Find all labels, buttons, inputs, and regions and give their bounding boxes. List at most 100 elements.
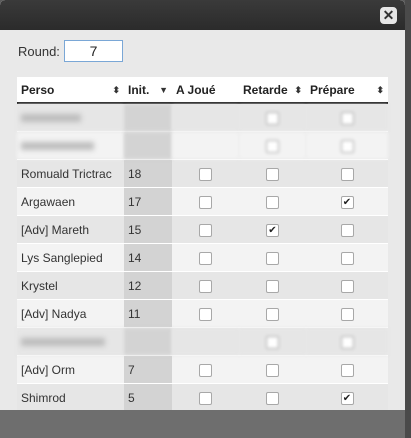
table-header-row: Perso ⬍ Init. ▼ A Joué Retarde ⬍ Prépare ⬍ xyxy=(17,77,388,104)
prepare-cell xyxy=(306,215,388,244)
a-joue-cell xyxy=(172,327,239,356)
retarde-cell xyxy=(239,355,306,384)
table-row: Shimrod 5 ✔ xyxy=(17,383,388,410)
init-cell xyxy=(124,131,172,160)
init-cell: 5 xyxy=(124,383,172,410)
a-joue-cell xyxy=(172,383,239,410)
initiative-table: Perso ⬍ Init. ▼ A Joué Retarde ⬍ Prépare ⬍ R… xyxy=(17,77,388,410)
header-perso[interactable]: Perso ⬍ xyxy=(17,77,124,104)
perso-cell: Shimrod xyxy=(17,383,124,410)
obscured-text xyxy=(21,338,105,347)
backdrop-bottom xyxy=(0,410,405,438)
a-joue-checkbox[interactable] xyxy=(199,195,212,209)
init-cell: 12 xyxy=(124,271,172,300)
prepare-checkbox[interactable] xyxy=(340,251,354,265)
retarde-checkbox[interactable]: ✔ xyxy=(266,223,279,237)
retarde-checkbox[interactable] xyxy=(266,363,279,377)
a-joue-cell xyxy=(172,271,239,300)
prepare-checkbox[interactable] xyxy=(340,139,354,153)
a-joue-checkbox[interactable] xyxy=(199,307,212,321)
init-cell: 7 xyxy=(124,355,172,384)
header-retarde[interactable]: Retarde ⬍ xyxy=(239,77,306,104)
prepare-cell xyxy=(306,131,388,160)
retarde-checkbox[interactable] xyxy=(266,139,279,153)
round-input[interactable] xyxy=(64,40,123,62)
init-cell xyxy=(124,102,172,132)
init-cell: 18 xyxy=(124,159,172,188)
retarde-cell xyxy=(239,102,306,132)
header-a-joue[interactable]: A Joué xyxy=(172,77,239,104)
retarde-cell xyxy=(239,131,306,160)
retarde-cell xyxy=(239,187,306,216)
prepare-checkbox[interactable] xyxy=(340,167,354,181)
prepare-checkbox[interactable] xyxy=(340,111,354,125)
prepare-cell xyxy=(306,159,388,188)
prepare-cell: ✔ xyxy=(306,187,388,216)
retarde-checkbox[interactable] xyxy=(266,111,279,125)
a-joue-cell xyxy=(172,102,239,132)
retarde-checkbox[interactable] xyxy=(266,335,279,349)
retarde-checkbox[interactable] xyxy=(266,391,279,405)
dialog-titlebar: ✕ xyxy=(0,0,405,30)
a-joue-cell xyxy=(172,243,239,272)
perso-cell xyxy=(17,327,124,356)
a-joue-checkbox[interactable] xyxy=(199,223,212,237)
backdrop xyxy=(405,0,411,438)
header-prepare[interactable]: Prépare ⬍ xyxy=(306,77,388,104)
prepare-checkbox[interactable] xyxy=(340,363,354,377)
init-cell: 17 xyxy=(124,187,172,216)
obscured-text xyxy=(21,142,94,151)
retarde-cell: ✔ xyxy=(239,215,306,244)
close-button[interactable]: ✕ xyxy=(380,7,397,24)
a-joue-checkbox[interactable] xyxy=(199,251,212,265)
table-body: Romuald Trictrac 18 Argawaen 17 ✔ [Adv] Maret… xyxy=(17,102,388,410)
retarde-cell xyxy=(239,299,306,328)
init-cell: 14 xyxy=(124,243,172,272)
checkmark-icon: ✔ xyxy=(342,392,352,404)
prepare-cell xyxy=(306,327,388,356)
sort-both-icon: ⬍ xyxy=(376,85,384,95)
sort-both-icon: ⬍ xyxy=(112,85,120,95)
a-joue-checkbox[interactable] xyxy=(199,391,212,405)
table-row: Krystel 12 xyxy=(17,271,388,300)
a-joue-cell xyxy=(172,159,239,188)
perso-cell xyxy=(17,131,124,160)
obscured-text xyxy=(21,114,81,123)
perso-cell: Romuald Trictrac xyxy=(17,159,124,188)
table-row xyxy=(17,327,388,356)
retarde-cell xyxy=(239,159,306,188)
retarde-checkbox[interactable] xyxy=(266,279,279,293)
retarde-checkbox[interactable] xyxy=(266,251,279,265)
init-cell: 11 xyxy=(124,299,172,328)
checkmark-icon: ✔ xyxy=(342,196,352,208)
prepare-checkbox[interactable] xyxy=(340,279,354,293)
round-label: Round: xyxy=(18,44,60,59)
retarde-cell xyxy=(239,271,306,300)
a-joue-checkbox[interactable] xyxy=(199,279,212,293)
perso-cell: Krystel xyxy=(17,271,124,300)
prepare-checkbox[interactable] xyxy=(340,335,354,349)
perso-cell: Argawaen xyxy=(17,187,124,216)
prepare-checkbox[interactable] xyxy=(340,307,354,321)
a-joue-cell xyxy=(172,215,239,244)
prepare-cell xyxy=(306,243,388,272)
prepare-cell xyxy=(306,299,388,328)
retarde-checkbox[interactable] xyxy=(266,195,279,209)
perso-cell: [Adv] Mareth xyxy=(17,215,124,244)
header-init[interactable]: Init. ▼ xyxy=(124,77,172,104)
a-joue-checkbox[interactable] xyxy=(199,167,212,181)
table-row: Lys Sanglepied 14 xyxy=(17,243,388,272)
perso-cell: [Adv] Orm xyxy=(17,355,124,384)
retarde-checkbox[interactable] xyxy=(266,167,279,181)
table-row xyxy=(17,102,388,132)
prepare-checkbox[interactable]: ✔ xyxy=(340,195,354,209)
a-joue-cell xyxy=(172,131,239,160)
prepare-cell xyxy=(306,355,388,384)
initiative-dialog: ✕ Round: Perso⬍ Init.▼ A Joué Retarde⬍ P… xyxy=(0,0,405,410)
checkmark-icon: ✔ xyxy=(268,224,277,236)
prepare-checkbox[interactable] xyxy=(340,223,354,237)
retarde-checkbox[interactable] xyxy=(266,307,279,321)
retarde-cell xyxy=(239,243,306,272)
prepare-checkbox[interactable]: ✔ xyxy=(340,391,354,405)
a-joue-checkbox[interactable] xyxy=(199,363,212,377)
